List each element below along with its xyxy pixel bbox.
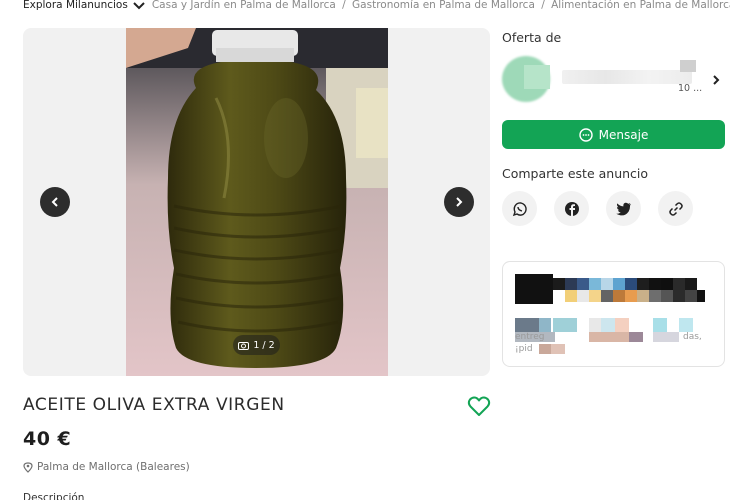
twitter-icon <box>615 202 631 215</box>
listing-location: Palma de Mallorca (Baleares) <box>23 461 190 473</box>
heart-icon[interactable] <box>467 395 491 417</box>
breadcrumb-item-gastronomia[interactable]: Gastronomía en Palma de Mallorca <box>352 0 535 11</box>
explore-menu-label[interactable]: Explora Milanuncios <box>23 0 128 11</box>
breadcrumb-separator: / <box>342 0 346 11</box>
camera-icon <box>238 341 250 350</box>
breadcrumb-item-casa-jardin[interactable]: Casa y Jardín en Palma de Mallorca <box>152 0 336 11</box>
location-text: Palma de Mallorca (Baleares) <box>37 461 190 473</box>
share-heading: Comparte este anuncio <box>502 166 649 181</box>
share-twitter-button[interactable] <box>606 191 641 226</box>
chevron-down-icon[interactable] <box>132 0 146 12</box>
message-button-label: Mensaje <box>598 127 649 142</box>
share-facebook-button[interactable] <box>554 191 589 226</box>
seller-name-redacted <box>562 70 692 84</box>
redacted-mosaic <box>503 262 724 366</box>
seller-avatar-overlay <box>524 65 550 89</box>
breadcrumb-item-alimentacion[interactable]: Alimentación en Palma de Mallorca <box>551 0 730 11</box>
facebook-icon <box>564 201 579 216</box>
promo-text-fragment: das, <box>683 332 702 342</box>
breadcrumb: Explora Milanuncios Casa y Jardín en Pal… <box>23 0 730 12</box>
chat-bubble-icon <box>578 127 593 142</box>
message-button[interactable]: Mensaje <box>502 120 725 149</box>
listing-photo[interactable] <box>126 28 388 376</box>
share-link-button[interactable] <box>658 191 693 226</box>
chevron-right-icon <box>456 197 463 207</box>
share-buttons <box>502 191 693 226</box>
description-heading: Descripción <box>23 492 85 500</box>
link-icon <box>668 201 683 216</box>
seller-profile-link[interactable]: 10 ... <box>502 56 726 106</box>
breadcrumb-separator: / <box>541 0 545 11</box>
image-counter: 1 / 2 <box>233 335 280 355</box>
listing-price: 40 € <box>23 428 72 450</box>
offer-label: Oferta de <box>502 30 562 45</box>
seller-subtext: 10 ... <box>678 83 703 94</box>
image-counter-text: 1 / 2 <box>253 339 275 351</box>
image-gallery: 1 / 2 <box>23 28 490 376</box>
gallery-prev-button[interactable] <box>40 187 70 217</box>
listing-title: ACEITE OLIVA EXTRA VIRGEN <box>23 395 285 415</box>
whatsapp-icon <box>512 201 527 216</box>
share-whatsapp-button[interactable] <box>502 191 537 226</box>
promo-text-fragment: ¡pid <box>515 344 533 354</box>
promo-card-redacted[interactable]: entreg ¡pid das, <box>502 261 725 367</box>
promo-text-fragment: entreg <box>515 332 545 342</box>
seller-redacted-pixel <box>680 60 696 72</box>
chevron-left-icon <box>51 197 58 207</box>
gallery-next-button[interactable] <box>444 187 474 217</box>
chevron-right-icon <box>713 75 720 85</box>
olive-oil-bottle-image <box>126 28 388 376</box>
location-pin-icon <box>23 461 33 473</box>
